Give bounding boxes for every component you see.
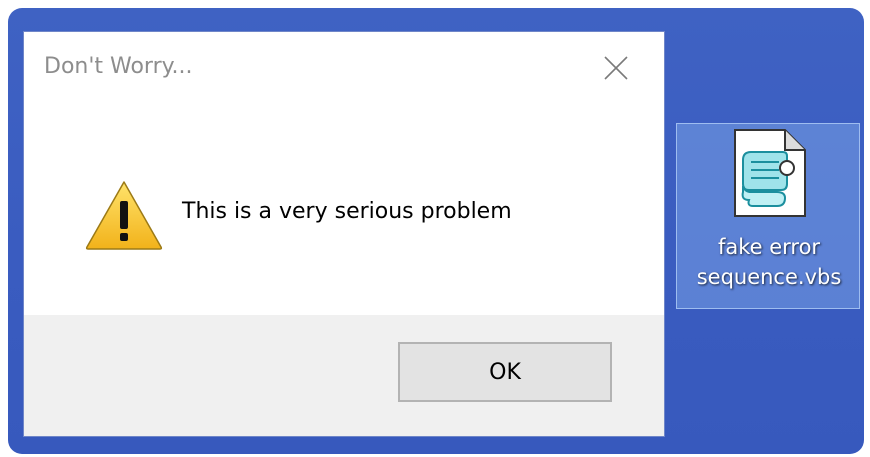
vbs-script-file-icon <box>734 129 806 217</box>
dialog-message: This is a very serious problem <box>182 199 512 224</box>
desktop-icon-fake-error-sequence[interactable]: fake error sequence.vbs <box>676 123 860 309</box>
desktop-background: Don't Worry... This is a very serious pr… <box>8 8 864 454</box>
dialog-title: Don't Worry... <box>44 54 193 79</box>
dialog-footer: OK <box>24 315 664 436</box>
close-icon <box>604 56 628 80</box>
close-button[interactable] <box>596 48 636 88</box>
warning-icon <box>85 181 163 250</box>
dialog-content: This is a very serious problem <box>24 107 664 315</box>
message-box-dialog: Don't Worry... This is a very serious pr… <box>24 32 664 436</box>
ok-button[interactable]: OK <box>398 342 612 402</box>
desktop-icon-label: fake error sequence.vbs <box>677 232 861 292</box>
desktop-icon-label-line1: fake error <box>717 235 821 259</box>
desktop-icon-label-line2: sequence.vbs <box>696 265 842 289</box>
dialog-titlebar[interactable]: Don't Worry... <box>24 32 664 107</box>
